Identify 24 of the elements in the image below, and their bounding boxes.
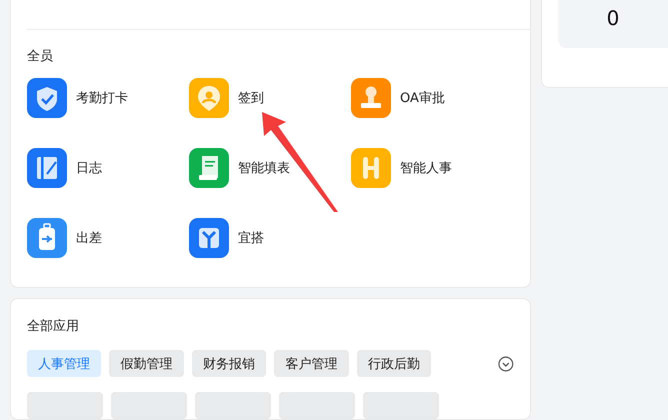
app-label[interactable]: 考勤打卡 bbox=[76, 89, 128, 107]
app-icon[interactable] bbox=[27, 78, 67, 118]
app-label[interactable]: OA审批 bbox=[400, 89, 445, 107]
category-tab[interactable]: 行政后勤 bbox=[356, 350, 432, 377]
section-title: 全员 bbox=[26, 48, 54, 65]
app-label[interactable]: 智能填表 bbox=[238, 159, 290, 177]
app-label[interactable]: 签到 bbox=[238, 89, 264, 107]
app-icon[interactable] bbox=[27, 218, 67, 258]
category-tab[interactable]: 假勤管理 bbox=[109, 350, 184, 377]
category-tab[interactable]: 客户管理 bbox=[274, 350, 349, 377]
stat-value: 0 bbox=[606, 6, 620, 30]
app-icon[interactable] bbox=[351, 148, 391, 188]
app-icon[interactable] bbox=[27, 148, 67, 188]
app-icon[interactable] bbox=[189, 148, 229, 188]
app-icon[interactable] bbox=[351, 78, 391, 118]
app-label[interactable]: 智能人事 bbox=[400, 159, 452, 177]
section-title: 全部应用 bbox=[27, 318, 80, 335]
category-tab[interactable]: 财务报销 bbox=[192, 350, 266, 377]
expand-icon[interactable] bbox=[498, 356, 514, 372]
app-label[interactable]: 出差 bbox=[76, 229, 102, 247]
app-label[interactable]: 宜搭 bbox=[238, 229, 264, 247]
app-icon[interactable] bbox=[189, 218, 229, 258]
app-label[interactable]: 日志 bbox=[76, 159, 102, 177]
app-icon[interactable] bbox=[189, 78, 229, 118]
